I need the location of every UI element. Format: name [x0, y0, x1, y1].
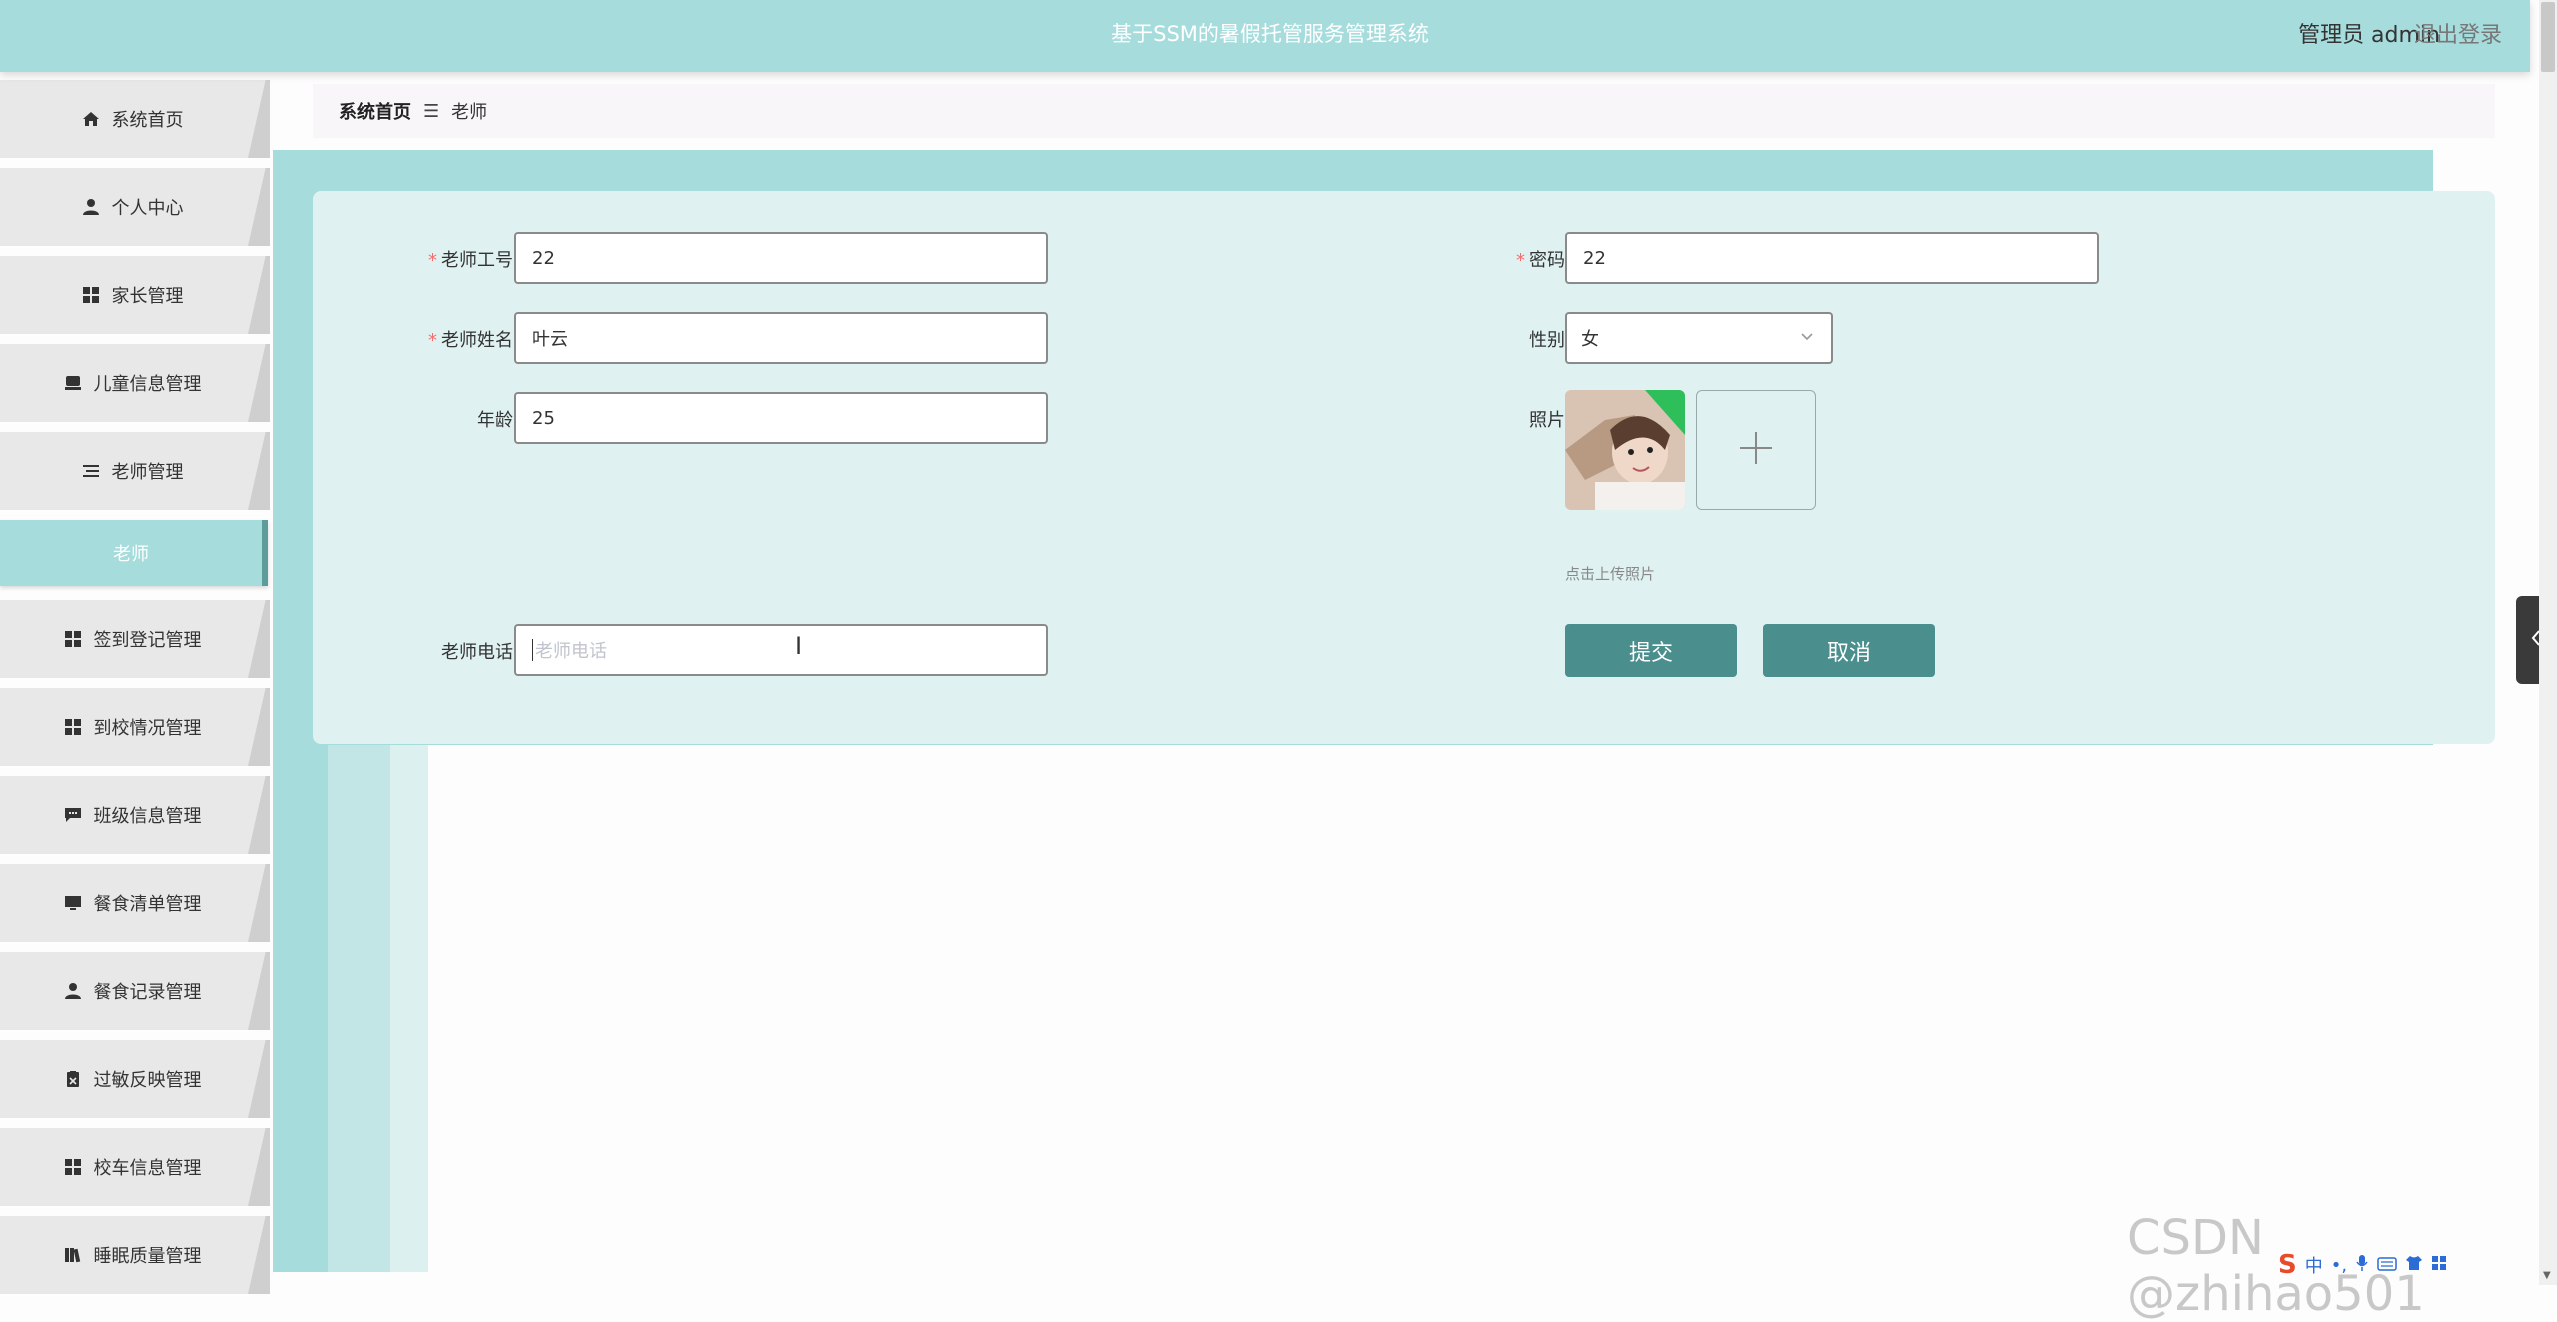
sidebar-item-label: 个人中心 — [111, 198, 184, 219]
sidebar-item-sleep[interactable]: 睡眠质量管理 — [0, 1216, 275, 1294]
scrollbar-thumb[interactable] — [2541, 2, 2555, 72]
decor-panel — [328, 745, 390, 1272]
gender-select[interactable]: 女 — [1565, 312, 1833, 364]
vertical-scrollbar[interactable]: ▼ — [2539, 0, 2557, 1285]
phone-label: 老师电话 — [441, 642, 513, 663]
sidebar-item-children[interactable]: 儿童信息管理 — [0, 344, 275, 422]
plus-icon — [1736, 428, 1776, 472]
sidebar-item-class[interactable]: 班级信息管理 — [0, 776, 275, 854]
sidebar-item-label: 过敏反映管理 — [93, 1070, 202, 1091]
sidebar-item-label: 餐食记录管理 — [93, 982, 202, 1003]
sidebar-item-checkin[interactable]: 签到登记管理 — [0, 600, 275, 678]
phone-input[interactable]: 老师电话 — [514, 624, 1048, 676]
sidebar-item-home[interactable]: 系统首页 — [0, 80, 275, 158]
skin-icon[interactable] — [2405, 1255, 2423, 1276]
sidebar-item-label: 班级信息管理 — [93, 806, 202, 827]
sidebar-item-bus[interactable]: 校车信息管理 — [0, 1128, 275, 1206]
chat-icon — [64, 806, 82, 824]
sidebar-item-meal-record[interactable]: 餐食记录管理 — [0, 952, 275, 1030]
photo-label: 照片 — [1529, 410, 1565, 431]
clipboard-icon — [64, 1070, 82, 1088]
decor-panel — [390, 745, 428, 1272]
text-cursor-icon: I — [795, 632, 803, 660]
teacher-photo[interactable] — [1565, 390, 1685, 510]
teacher-no-label: * 老师工号 — [428, 250, 513, 271]
content-area — [428, 745, 2528, 1272]
sidebar-item-meal-list[interactable]: 餐食清单管理 — [0, 864, 275, 942]
sidebar: 系统首页 个人中心 家长管理 儿童信息管理 老师管理 老师 签到登记管理 到校情… — [0, 80, 275, 1304]
breadcrumb: 系统首页 ☰ 老师 — [313, 84, 2495, 138]
submit-button[interactable]: 提交 — [1565, 624, 1737, 677]
monitor-icon — [64, 894, 82, 912]
photo-upload-button[interactable] — [1696, 390, 1816, 510]
chevron-down-icon — [1799, 328, 1815, 349]
sidebar-item-label: 老师管理 — [111, 462, 184, 483]
home-icon — [82, 110, 100, 128]
sogou-logo-icon: S — [2278, 1250, 2297, 1280]
sidebar-subitem-teacher[interactable]: 老师 — [0, 520, 268, 586]
age-input[interactable]: 25 — [514, 392, 1048, 444]
person-icon — [82, 198, 100, 216]
app-title: 基于SSM的暑假托管服务管理系统 — [1111, 22, 1429, 46]
password-label: * 密码 — [1516, 250, 1565, 271]
sidebar-item-teachers[interactable]: 老师管理 — [0, 432, 275, 510]
ime-lang[interactable]: 中 — [2305, 1252, 2323, 1278]
sidebar-item-label: 校车信息管理 — [93, 1158, 202, 1179]
sidebar-item-arrival[interactable]: 到校情况管理 — [0, 688, 275, 766]
breadcrumb-home[interactable]: 系统首页 — [339, 98, 411, 124]
tray-icon — [64, 374, 82, 392]
book-icon — [64, 1246, 82, 1264]
grid-icon — [64, 1158, 82, 1176]
ime-toolbar[interactable]: S 中 •, — [2278, 1250, 2447, 1280]
top-header: 基于SSM的暑假托管服务管理系统 管理员 admin 退出登录 — [0, 0, 2530, 72]
list-icon — [82, 462, 100, 480]
sidebar-item-label: 家长管理 — [111, 286, 184, 307]
grid-icon — [82, 286, 100, 304]
grid-icon — [64, 718, 82, 736]
grid-icon — [64, 630, 82, 648]
person-icon — [64, 982, 82, 1000]
sidebar-item-parents[interactable]: 家长管理 — [0, 256, 275, 334]
logout-link[interactable]: 退出登录 — [2414, 17, 2502, 49]
teacher-name-label: * 老师姓名 — [428, 330, 513, 351]
keyboard-icon[interactable] — [2377, 1255, 2397, 1276]
sidebar-item-label: 儿童信息管理 — [93, 374, 202, 395]
sidebar-item-label: 系统首页 — [111, 110, 184, 131]
ime-punct[interactable]: •, — [2331, 1255, 2347, 1276]
sidebar-item-allergy[interactable]: 过敏反映管理 — [0, 1040, 275, 1118]
sidebar-item-label: 到校情况管理 — [93, 718, 202, 739]
photo-upload-hint: 点击上传照片 — [1565, 565, 1656, 583]
breadcrumb-separator: ☰ — [423, 100, 440, 122]
toolbox-icon[interactable] — [2431, 1255, 2447, 1276]
sidebar-item-personal[interactable]: 个人中心 — [0, 168, 275, 246]
sidebar-item-label: 睡眠质量管理 — [93, 1246, 202, 1267]
teacher-name-input[interactable]: 叶云 — [514, 312, 1048, 364]
age-label: 年龄 — [477, 410, 513, 431]
cancel-button[interactable]: 取消 — [1763, 624, 1935, 677]
teacher-form: * 老师工号 22 * 老师姓名 叶云 年龄 25 老师电话 老师电话 * 密码 22… — [313, 191, 2495, 744]
breadcrumb-current: 老师 — [451, 102, 488, 123]
sidebar-subitem-label: 老师 — [113, 544, 149, 565]
sidebar-item-label: 签到登记管理 — [93, 630, 202, 651]
sidebar-item-label: 餐食清单管理 — [93, 894, 202, 915]
password-input[interactable]: 22 — [1565, 232, 2099, 284]
gender-label: 性别 — [1529, 330, 1565, 351]
teacher-no-input[interactable]: 22 — [514, 232, 1048, 284]
microphone-icon[interactable] — [2355, 1254, 2369, 1277]
